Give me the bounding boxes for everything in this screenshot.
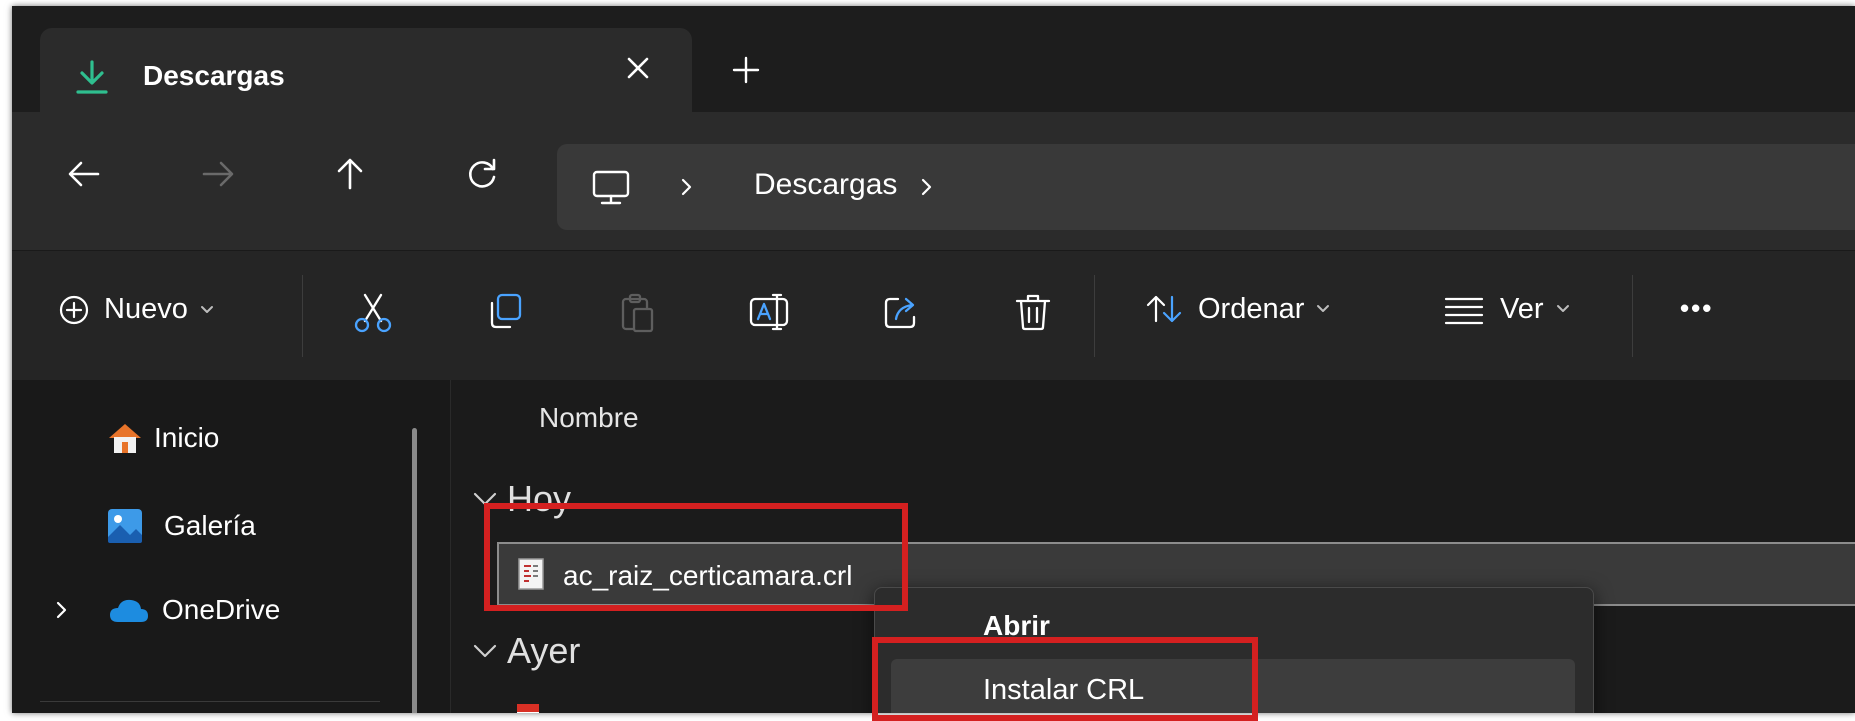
chevron-down-icon	[1556, 305, 1569, 312]
arrow-right-icon[interactable]	[196, 152, 240, 196]
monitor-icon	[592, 170, 630, 205]
sidebar-divider	[40, 701, 380, 702]
pdf-file-icon	[517, 704, 539, 713]
chevron-right-icon[interactable]	[677, 172, 697, 202]
close-icon[interactable]	[618, 48, 658, 88]
add-circle-icon	[59, 295, 89, 324]
gallery-icon	[108, 509, 142, 543]
toolbar-divider	[1094, 275, 1095, 357]
home-icon	[109, 424, 141, 453]
chevron-down-icon	[473, 644, 497, 658]
sidebar-item-label: Inicio	[154, 422, 220, 453]
view-label: Ver	[1500, 292, 1544, 325]
copy-icon[interactable]	[482, 289, 528, 335]
arrow-left-icon[interactable]	[62, 152, 106, 196]
rename-icon[interactable]	[746, 289, 792, 335]
sidebar-scrollbar[interactable]	[412, 428, 417, 713]
chevron-down-icon	[200, 305, 213, 313]
sort-button[interactable]: Ordenar	[1144, 291, 1330, 327]
address-row: Descargas	[12, 112, 1855, 250]
breadcrumb-descargas[interactable]: Descargas	[754, 168, 897, 202]
list-view-icon	[1444, 297, 1484, 325]
chevron-right-icon[interactable]	[52, 596, 72, 624]
new-label: Nuevo	[104, 293, 188, 325]
sort-icon	[1146, 295, 1182, 323]
annotation-highlight-file	[484, 503, 908, 611]
arrow-up-icon[interactable]	[328, 152, 372, 196]
sort-label: Ordenar	[1198, 292, 1305, 325]
group-header-yesterday[interactable]: Ayer	[471, 630, 580, 672]
refresh-icon[interactable]	[460, 152, 504, 196]
chevron-down-icon	[1317, 305, 1330, 312]
paste-icon[interactable]	[614, 289, 660, 335]
column-header-name[interactable]: Nombre	[539, 402, 639, 434]
sidebar-item-galeria[interactable]: Galería	[106, 507, 256, 545]
address-bar[interactable]: Descargas	[557, 144, 1855, 230]
sidebar-item-inicio[interactable]: Inicio	[106, 420, 219, 456]
sidebar-item-label: OneDrive	[162, 594, 281, 625]
chevron-right-icon[interactable]	[917, 172, 937, 202]
command-bar: Nuevo Ordenar Ver •••	[12, 250, 1855, 381]
toolbar-divider	[302, 275, 303, 357]
annotation-highlight-menu-item	[872, 637, 1258, 721]
view-button[interactable]: Ver	[1442, 291, 1570, 327]
tab-title: Descargas	[143, 60, 285, 91]
more-options-button[interactable]: •••	[1680, 293, 1713, 324]
sidebar-item-label: Galería	[164, 510, 256, 541]
toolbar-divider	[1632, 275, 1633, 357]
tab-strip: Descargas	[12, 6, 1855, 118]
navigation-pane: Inicio Galería OneDrive	[12, 380, 450, 713]
cut-icon[interactable]	[350, 289, 396, 335]
share-icon[interactable]	[878, 289, 924, 335]
file-explorer-window: Descargas Descargas Nuevo Ordenar Ver ••…	[12, 6, 1855, 713]
new-button[interactable]: Nuevo	[58, 293, 214, 326]
trash-icon[interactable]	[1010, 289, 1056, 335]
tab-descargas[interactable]: Descargas	[40, 28, 692, 118]
sidebar-item-onedrive[interactable]: OneDrive	[52, 594, 280, 626]
group-label: Ayer	[507, 630, 581, 671]
download-icon	[76, 60, 108, 94]
cloud-icon	[110, 599, 148, 622]
plus-icon[interactable]	[726, 50, 766, 90]
